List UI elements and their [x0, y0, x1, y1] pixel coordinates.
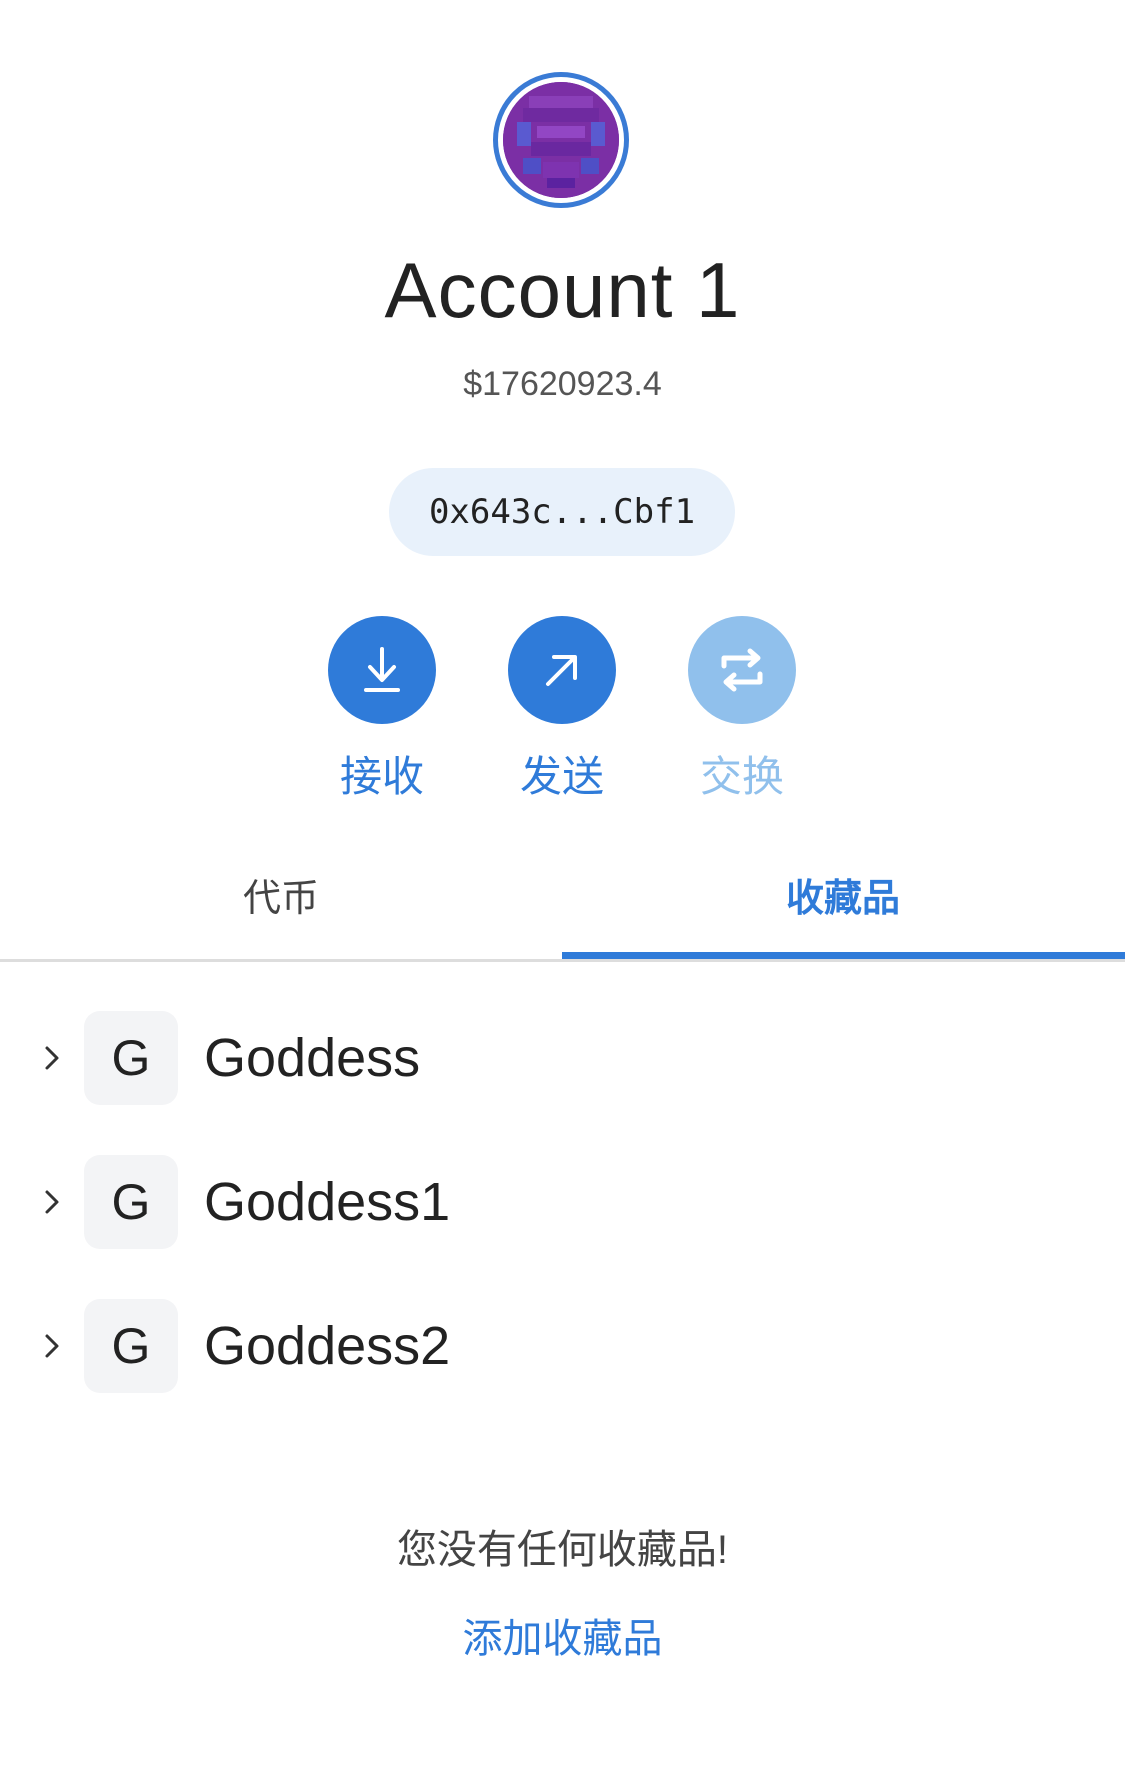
collection-initial-badge: G: [84, 1299, 178, 1393]
account-address-button[interactable]: 0x643c...Cbf1: [389, 468, 735, 556]
chevron-right-icon: [40, 1182, 64, 1222]
add-collectible-link-row: 添加收藏品: [0, 1611, 1125, 1667]
swap-button[interactable]: 交换: [687, 616, 797, 804]
arrow-up-right-icon: [508, 616, 616, 724]
empty-collectibles-message: 您没有任何收藏品!: [396, 1528, 729, 1572]
collection-initial-badge: G: [84, 1155, 178, 1249]
send-label: 发送: [519, 753, 604, 800]
receive-label: 接收: [339, 753, 424, 800]
wallet-home-screen: Account 1 $17620923.4 0x643c...Cbf1 接收 发…: [0, 0, 1125, 1767]
receive-button[interactable]: 接收: [327, 616, 437, 804]
account-address-text: 0x643c...Cbf1: [428, 492, 696, 532]
swap-icon: [688, 616, 796, 724]
account-name: Account 1: [384, 246, 741, 334]
chevron-right-icon: [40, 1038, 64, 1078]
swap-label: 交换: [699, 753, 784, 800]
account-balance: $17620923.4: [463, 365, 662, 403]
tab-tokens[interactable]: 代币: [0, 840, 562, 959]
collection-row[interactable]: G Goddess1: [0, 1147, 1125, 1257]
active-tab-indicator: [562, 952, 1125, 959]
collection-name: Goddess2: [204, 1316, 451, 1376]
collection-row[interactable]: G Goddess2: [0, 1291, 1125, 1401]
add-collectible-link[interactable]: 添加收藏品: [463, 1617, 663, 1661]
asset-tabs: 代币 收藏品: [0, 840, 1125, 962]
send-button[interactable]: 发送: [507, 616, 617, 804]
collection-row[interactable]: G Goddess: [0, 1003, 1125, 1113]
collection-name: Goddess: [204, 1028, 421, 1088]
account-avatar[interactable]: [493, 72, 629, 208]
collection-initial-badge: G: [84, 1011, 178, 1105]
collection-name: Goddess1: [204, 1172, 451, 1232]
tab-collectibles[interactable]: 收藏品: [562, 840, 1124, 959]
pixel-avatar-image: [503, 82, 619, 198]
chevron-right-icon: [40, 1326, 64, 1366]
download-icon: [328, 616, 436, 724]
